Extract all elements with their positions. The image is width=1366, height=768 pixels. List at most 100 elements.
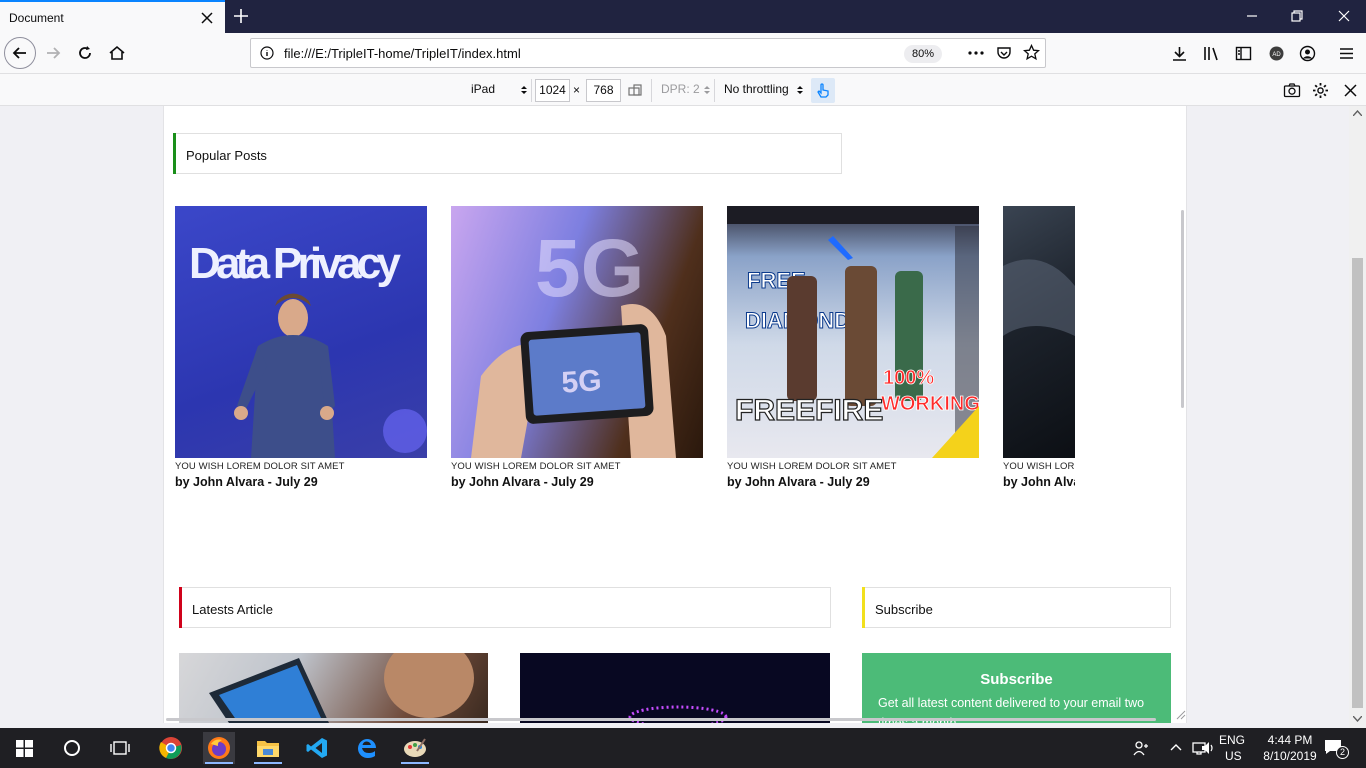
emulated-page: Popular Posts Data Privacy YOU WISH LORE…	[163, 106, 1187, 723]
show-hidden-icons-chevron-icon[interactable]	[1170, 743, 1182, 751]
downloads-icon[interactable]	[1171, 45, 1188, 62]
windows-taskbar: ENG US 4:44 PM 8/10/2019 2	[0, 728, 1366, 768]
action-center-button[interactable]: 2	[1322, 736, 1349, 760]
scrollbar-thumb[interactable]	[1352, 258, 1363, 708]
search-button[interactable]	[56, 732, 88, 764]
minimize-icon[interactable]	[1242, 6, 1262, 26]
task-view-button[interactable]	[104, 732, 136, 764]
page-vertical-scrollbar[interactable]	[1181, 210, 1184, 408]
post-card[interactable]: FREE DIAMONDS 100% WORKING FREEFIRE YOU …	[727, 206, 979, 489]
task-view-icon	[110, 741, 130, 755]
tab-document[interactable]: Document	[0, 0, 225, 33]
article-image-dark[interactable]	[520, 653, 830, 723]
reload-button[interactable]	[69, 37, 101, 69]
subscribe-header: Subscribe	[862, 587, 1171, 628]
clock-time[interactable]: 4:44 PM	[1260, 733, 1320, 747]
scroll-up-icon[interactable]	[1353, 110, 1362, 116]
language-code[interactable]: ENG	[1219, 733, 1245, 747]
account-icon[interactable]	[1299, 45, 1316, 62]
post-card[interactable]: YOU WISH LOREM DOLOR SIT AMET by John Al…	[1003, 206, 1075, 489]
bookmark-star-icon[interactable]	[1023, 44, 1040, 61]
throttling-select[interactable]: No throttling	[724, 82, 789, 96]
touch-hand-icon	[817, 83, 829, 98]
edge-icon	[357, 739, 376, 759]
cortana-circle-icon	[64, 740, 80, 756]
post-meta[interactable]: by John Alvara - July 29	[1003, 475, 1075, 489]
library-icon[interactable]	[1203, 45, 1221, 62]
post-subtitle: YOU WISH LOREM DOLOR SIT AMET	[1003, 461, 1075, 472]
zoom-badge[interactable]: 80%	[904, 45, 942, 63]
screenshot-icon[interactable]	[1283, 83, 1301, 98]
post-meta[interactable]: by John Alvara - July 29	[727, 475, 979, 489]
scroll-down-icon[interactable]	[1353, 716, 1362, 722]
svg-text:100%: 100%	[883, 367, 934, 389]
volume-icon[interactable]	[1200, 740, 1216, 756]
responsive-design-toolbar: iPad 1024 × 768 DPR: 2 No throttling	[0, 73, 1366, 106]
extension-icon[interactable]: AD	[1268, 45, 1285, 62]
close-tab-icon[interactable]	[199, 10, 215, 26]
tab-bar: Document	[0, 0, 1366, 33]
start-button[interactable]	[8, 732, 40, 764]
more-actions-icon[interactable]	[967, 46, 985, 60]
page-horizontal-scrollbar[interactable]	[166, 718, 1156, 721]
laptop-image	[209, 653, 474, 723]
settings-gear-icon[interactable]	[1312, 82, 1329, 99]
restore-icon[interactable]	[1287, 6, 1307, 26]
post-image-data-privacy[interactable]: Data Privacy	[175, 206, 427, 458]
latest-article-title: Latests Article	[192, 602, 273, 617]
close-window-icon[interactable]	[1334, 6, 1354, 26]
pocket-icon[interactable]	[996, 45, 1012, 61]
viewport-width-input[interactable]: 1024	[535, 79, 570, 102]
people-icon[interactable]	[1133, 740, 1149, 756]
post-card[interactable]: 5G 5G YOU WISH LOREM DOLOR SIT AMET by J…	[451, 206, 703, 489]
tab-title: Document	[9, 11, 64, 25]
post-card[interactable]: Data Privacy YOU WISH LOREM DOLOR SIT AM…	[175, 206, 427, 489]
edge-taskbar-item[interactable]	[351, 732, 383, 764]
free-fire-image: FREE DIAMONDS 100% WORKING FREEFIRE	[727, 206, 979, 458]
svg-text:WORKING: WORKING	[881, 393, 979, 415]
url-text[interactable]: file:///E:/TripleIT-home/TripleIT/index.…	[284, 46, 521, 61]
navigation-bar: file:///E:/TripleIT-home/TripleIT/index.…	[0, 33, 1366, 73]
new-tab-icon[interactable]	[231, 6, 251, 26]
article-image-laptop[interactable]	[179, 653, 488, 723]
forward-button[interactable]	[37, 37, 69, 69]
window-scrollbar[interactable]	[1349, 106, 1366, 728]
device-select[interactable]: iPad	[471, 82, 495, 96]
chrome-taskbar-item[interactable]	[155, 732, 187, 764]
5g-phone-image: 5G 5G	[471, 223, 676, 458]
home-icon	[109, 45, 125, 60]
post-subtitle: YOU WISH LOREM DOLOR SIT AMET	[451, 461, 621, 472]
url-bar[interactable]: file:///E:/TripleIT-home/TripleIT/index.…	[250, 38, 1046, 68]
close-rdm-icon[interactable]	[1343, 83, 1358, 98]
subscribe-box-title: Subscribe	[980, 671, 1053, 688]
menu-icon[interactable]	[1338, 45, 1355, 62]
latest-article-header: Latests Article	[179, 587, 831, 628]
file-explorer-taskbar-item[interactable]	[252, 732, 284, 764]
vscode-taskbar-item[interactable]	[301, 732, 333, 764]
sidebar-icon[interactable]	[1235, 45, 1252, 62]
running-indicator	[401, 762, 429, 764]
post-meta[interactable]: by John Alvara - July 29	[175, 475, 427, 489]
firefox-taskbar-item[interactable]	[203, 732, 235, 764]
language-region[interactable]: US	[1225, 749, 1242, 763]
post-meta[interactable]: by John Alvara - July 29	[451, 475, 703, 489]
post-image-5g[interactable]: 5G 5G	[451, 206, 703, 458]
dimension-times: ×	[573, 83, 581, 97]
clock-date[interactable]: 8/10/2019	[1253, 749, 1327, 763]
active-indicator	[205, 762, 233, 764]
folder-icon	[257, 741, 279, 757]
viewport-height-input[interactable]: 768	[586, 79, 621, 102]
home-button[interactable]	[101, 37, 133, 69]
svg-text:Data Privacy: Data Privacy	[189, 239, 402, 288]
subscribe-header-title: Subscribe	[875, 602, 933, 617]
info-icon[interactable]	[260, 46, 274, 60]
post-image-free-fire[interactable]: FREE DIAMONDS 100% WORKING FREEFIRE	[727, 206, 979, 458]
back-button[interactable]	[4, 37, 36, 69]
dpr-select[interactable]: DPR: 2	[661, 82, 700, 96]
touch-simulation-button[interactable]	[811, 78, 835, 103]
chrome-icon	[159, 737, 182, 759]
paint-taskbar-item[interactable]	[399, 732, 431, 764]
post-image-dark-car[interactable]	[1003, 206, 1075, 458]
rotate-viewport-icon[interactable]	[627, 83, 645, 98]
resize-handle-icon[interactable]	[1176, 710, 1186, 720]
